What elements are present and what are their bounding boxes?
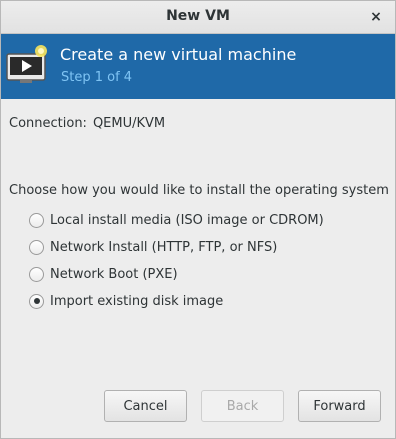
connection-label: Connection: xyxy=(9,116,87,131)
radio-button-selected[interactable] xyxy=(29,293,44,309)
wizard-step-indicator: Step 1 of 4 xyxy=(61,70,133,85)
radio-label[interactable]: Network Boot (PXE) xyxy=(50,267,178,282)
radio-import-disk-image[interactable]: Import existing disk image xyxy=(29,292,223,310)
wizard-title: Create a new virtual machine xyxy=(60,45,297,64)
cancel-button[interactable]: Cancel xyxy=(104,390,187,422)
title-bar[interactable]: New VM × xyxy=(1,1,395,34)
forward-button[interactable]: Forward xyxy=(298,390,381,422)
close-icon[interactable]: × xyxy=(367,8,385,26)
radio-button[interactable] xyxy=(29,239,44,255)
radio-button[interactable] xyxy=(29,266,44,282)
radio-network-install[interactable]: Network Install (HTTP, FTP, or NFS) xyxy=(29,238,277,256)
vm-monitor-icon xyxy=(6,45,47,83)
new-vm-dialog: New VM × Create a new virtual machine St… xyxy=(0,0,396,439)
back-button[interactable]: Back xyxy=(201,390,284,422)
radio-label[interactable]: Local install media (ISO image or CDROM) xyxy=(50,213,324,228)
wizard-header-banner: Create a new virtual machine Step 1 of 4 xyxy=(1,34,395,99)
radio-network-boot[interactable]: Network Boot (PXE) xyxy=(29,265,178,283)
radio-label[interactable]: Import existing disk image xyxy=(50,294,223,309)
wizard-content: Connection: QEMU/KVM Choose how you would… xyxy=(1,100,395,438)
radio-local-install-media[interactable]: Local install media (ISO image or CDROM) xyxy=(29,211,324,229)
install-method-question: Choose how you would like to install the… xyxy=(9,183,389,198)
window-title: New VM xyxy=(166,8,230,24)
connection-row: Connection: QEMU/KVM xyxy=(9,116,165,131)
radio-button[interactable] xyxy=(29,212,44,228)
radio-label[interactable]: Network Install (HTTP, FTP, or NFS) xyxy=(50,240,277,255)
connection-value: QEMU/KVM xyxy=(92,116,166,131)
